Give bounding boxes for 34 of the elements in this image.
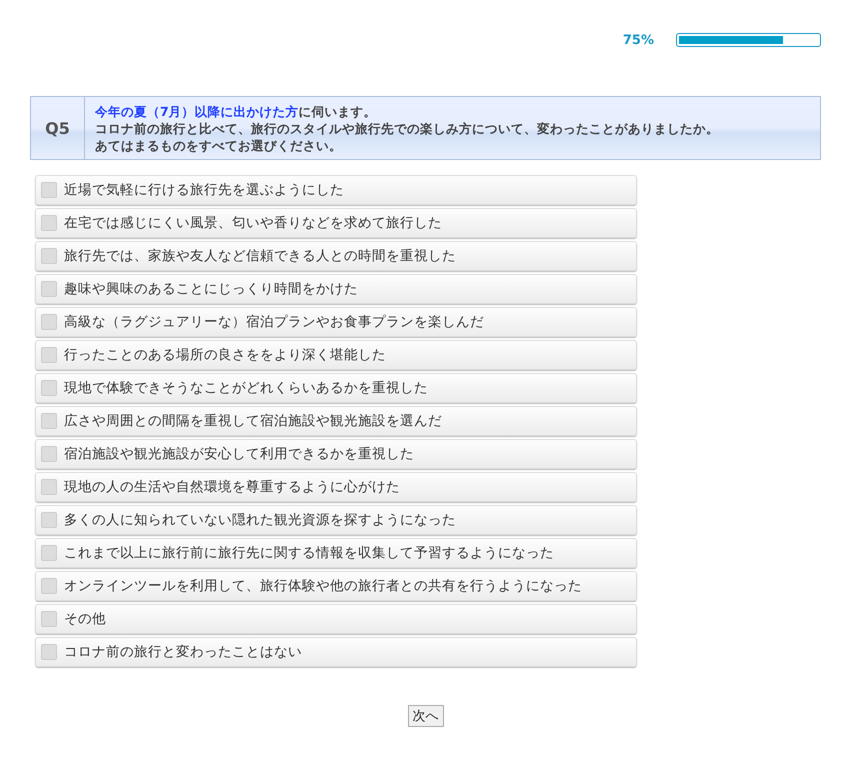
checkbox[interactable] (41, 545, 57, 561)
checkbox[interactable] (41, 314, 57, 330)
answer-option[interactable]: 近場で気軽に行ける旅行先を選ぶようにした (35, 175, 637, 205)
answer-option[interactable]: コロナ前の旅行と変わったことはない (35, 637, 637, 667)
checkbox[interactable] (41, 215, 57, 231)
answer-option[interactable]: 宿泊施設や観光施設が安心して利用できるかを重視した (35, 439, 637, 469)
checkbox[interactable] (41, 182, 57, 198)
question-text: 今年の夏（7月）以降に出かけた方に伺います。 コロナ前の旅行と比べて、旅行のスタイルや旅行先での楽しみ方について、変わったことがありましたか。 あてはまるものをすべてお選びください。 (94, 103, 720, 155)
checkbox[interactable] (41, 248, 57, 264)
progress-percent: 75% (622, 32, 654, 48)
checkbox[interactable] (41, 446, 57, 462)
question-number: Q5 (31, 97, 85, 159)
answer-option[interactable]: 広さや周囲との間隔を重視して宿泊施設や観光施設を選んだ (35, 406, 637, 436)
answer-option[interactable]: オンラインツールを利用して、旅行体験や他の旅行者との共有を行うようになった (35, 571, 637, 601)
checkbox[interactable] (41, 611, 57, 627)
checkbox[interactable] (41, 380, 57, 396)
answer-option[interactable]: これまで以上に旅行前に旅行先に関する情報を収集して予習するようになった (35, 538, 637, 568)
answer-option[interactable]: 行ったことのある場所の良さををより深く堪能した (35, 340, 637, 370)
checkbox[interactable] (41, 512, 57, 528)
answer-option[interactable]: 旅行先では、家族や友人など信頼できる人との時間を重視した (35, 241, 637, 271)
answer-option[interactable]: 趣味や興味のあることにじっくり時間をかけた (35, 274, 637, 304)
next-button[interactable]: 次へ (408, 705, 444, 727)
checkbox[interactable] (41, 347, 57, 363)
answer-option[interactable]: その他 (35, 604, 637, 634)
answer-option[interactable]: 在宅では感じにくい風景、匂いや香りなどを求めて旅行した (35, 208, 637, 238)
checkbox[interactable] (41, 413, 57, 429)
checkbox[interactable] (41, 479, 57, 495)
answer-option[interactable]: 現地で体験できそうなことがどれくらいあるかを重視した (35, 373, 637, 403)
checkbox[interactable] (41, 578, 57, 594)
answer-option[interactable]: 高級な（ラグジュアリーな）宿泊プランやお食事プランを楽しんだ (35, 307, 637, 337)
answer-option[interactable]: 多くの人に知られていない隠れた観光資源を探すようになった (35, 505, 637, 535)
answer-option[interactable]: 現地の人の生活や自然環境を尊重するように心がけた (35, 472, 637, 502)
checkbox[interactable] (41, 644, 57, 660)
checkbox[interactable] (41, 281, 57, 297)
